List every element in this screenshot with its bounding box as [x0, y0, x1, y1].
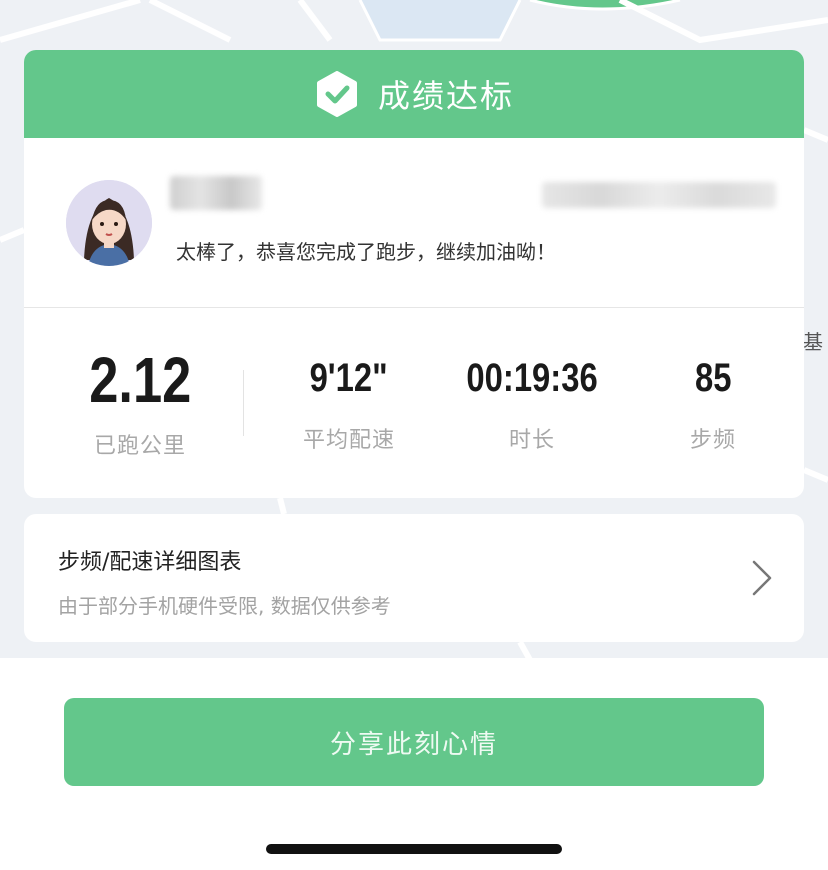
home-indicator[interactable] — [266, 844, 562, 854]
chart-detail-link[interactable]: 步频/配速详细图表 由于部分手机硬件受限, 数据仅供参考 — [24, 514, 804, 642]
stat-pace: 9'12" 平均配速 — [264, 356, 434, 454]
stat-cadence: 85 步频 — [638, 356, 788, 454]
share-mood-button[interactable]: 分享此刻心情 — [64, 698, 764, 786]
avatar[interactable] — [66, 180, 152, 266]
check-badge-icon — [316, 71, 357, 117]
bottom-bar: 分享此刻心情 — [0, 658, 828, 870]
map-label: 基 — [803, 330, 823, 354]
username-blurred — [170, 176, 262, 210]
chart-detail-title: 步频/配速详细图表 — [58, 550, 242, 575]
result-banner: 成绩达标 — [24, 50, 804, 138]
cadence-value: 85 — [694, 356, 732, 400]
avatar-girl-icon — [66, 180, 152, 266]
chevron-right-icon — [752, 560, 772, 596]
pace-label: 平均配速 — [302, 428, 395, 453]
stats-divider — [243, 370, 244, 436]
distance-value: 2.12 — [88, 344, 192, 416]
stat-distance: 2.12 已跑公里 — [60, 348, 220, 460]
duration-value: 00:19:36 — [466, 356, 598, 400]
cadence-label: 步频 — [689, 428, 736, 453]
distance-label: 已跑公里 — [93, 434, 186, 459]
user-row: 太棒了，恭喜您完成了跑步，继续加油呦！ — [24, 138, 804, 308]
result-title: 成绩达标 — [377, 77, 514, 115]
duration-label: 时长 — [508, 428, 555, 453]
congrats-message: 太棒了，恭喜您完成了跑步，继续加油呦！ — [176, 240, 556, 264]
chart-detail-subtitle: 由于部分手机硬件受限, 数据仅供参考 — [58, 594, 391, 618]
stat-duration: 00:19:36 时长 — [444, 356, 620, 454]
run-date-blurred — [542, 182, 776, 208]
pace-value: 9'12" — [309, 356, 389, 400]
stats-row: 2.12 已跑公里 9'12" 平均配速 00:19:36 时长 85 步频 — [24, 308, 804, 498]
run-result-card: 成绩达标 太棒了，恭喜您完成了跑步，继续加油呦！ 2.12 已跑公里 9'12"… — [24, 50, 804, 498]
